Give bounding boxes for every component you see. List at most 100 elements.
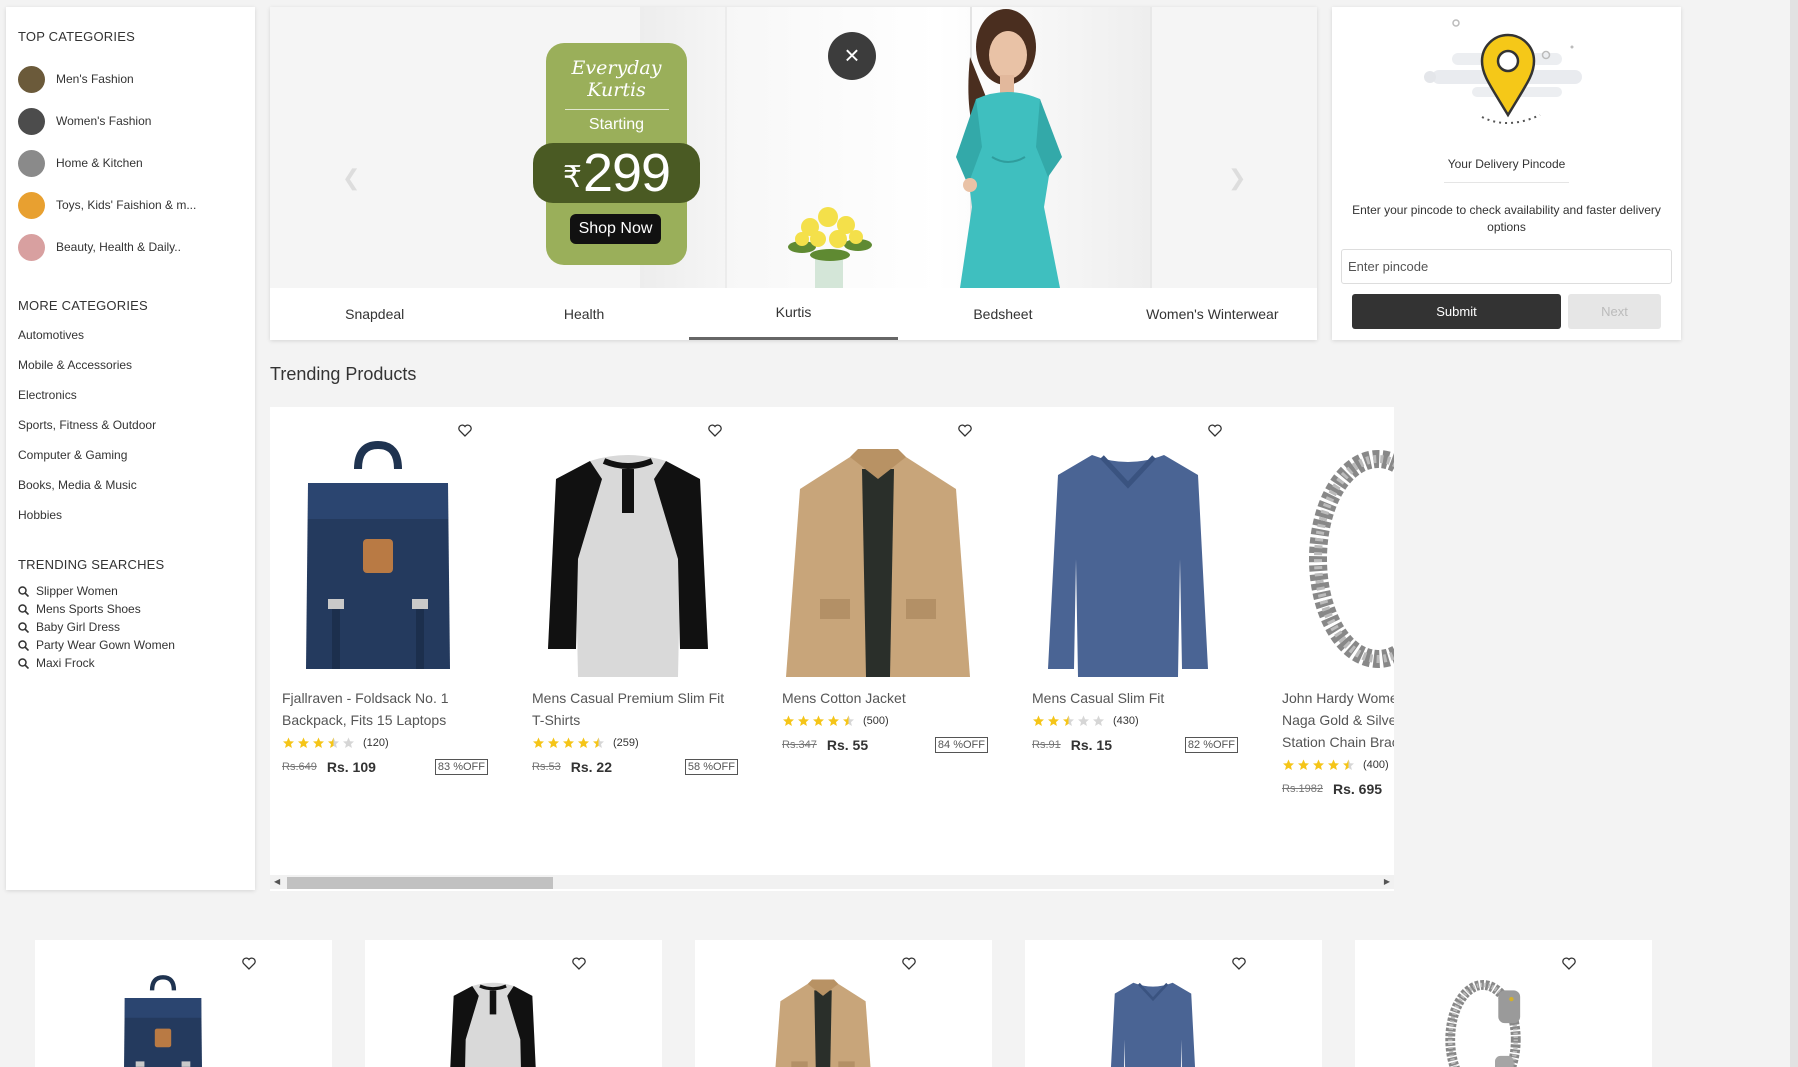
trending-searches-heading: TRENDING SEARCHES [18, 557, 165, 572]
trending-search-label: Mens Sports Shoes [36, 602, 141, 616]
product-card[interactable] [1025, 940, 1322, 1067]
product-image[interactable] [530, 439, 726, 677]
product-prices: Rs.91 Rs. 15 82 %OFF [1032, 737, 1238, 753]
star-icon [343, 737, 354, 748]
trending-search-item[interactable]: Party Wear Gown Women [18, 636, 255, 654]
wishlist-heart-icon[interactable] [1208, 424, 1222, 438]
banner-tab[interactable]: Women's Winterwear [1108, 288, 1317, 340]
top-category-item[interactable]: Beauty, Health & Daily.. [18, 226, 255, 268]
flower-vase-image [788, 207, 872, 288]
divider [725, 7, 727, 288]
top-category-item[interactable]: Men's Fashion [18, 58, 255, 100]
close-icon[interactable]: × [828, 32, 876, 80]
trending-search-item[interactable]: Baby Girl Dress [18, 618, 255, 636]
banner-tab[interactable]: Health [479, 288, 688, 340]
star-icon [1033, 715, 1044, 726]
horizontal-scrollbar[interactable]: ◀ ▶ [270, 875, 1394, 889]
category-thumbnail [18, 191, 45, 219]
star-icon [828, 715, 839, 726]
star-icon [1283, 759, 1294, 770]
wishlist-heart-icon[interactable] [958, 424, 972, 438]
product-image[interactable] [1053, 974, 1253, 1067]
more-category-item[interactable]: Electronics [18, 387, 255, 417]
search-icon [18, 603, 29, 615]
product-card[interactable]: Fjallraven - Foldsack No. 1 Backpack, Fi… [270, 407, 488, 847]
more-category-item[interactable]: Books, Media & Music [18, 477, 255, 507]
star-icon [783, 715, 794, 726]
prev-arrow-icon[interactable]: ❮ [342, 165, 360, 191]
review-count: (120) [363, 737, 389, 749]
product-image[interactable] [280, 439, 476, 677]
more-category-item[interactable]: Computer & Gaming [18, 447, 255, 477]
product-card[interactable]: John Hardy Women's Legend Naga Gold & Si… [1270, 407, 1394, 847]
product-image[interactable] [1030, 439, 1226, 677]
scrollbar-thumb[interactable] [287, 877, 553, 889]
product-image[interactable] [393, 974, 593, 1067]
trending-products-title: Trending Products [270, 364, 417, 384]
product-image[interactable] [63, 974, 263, 1067]
product-card[interactable]: Mens Casual Slim Fit (430) Rs.91 Rs. 15 82 %… [1020, 407, 1238, 847]
product-name[interactable]: Mens Casual Slim Fit [1032, 687, 1232, 709]
next-arrow-icon[interactable]: ❯ [1228, 165, 1246, 191]
star-icon [798, 715, 809, 726]
top-category-item[interactable]: Toys, Kids' Faishion & m... [18, 184, 255, 226]
banner-tabs: Snapdeal Health Kurtis Bedsheet Women's Wint… [270, 288, 1317, 340]
more-category-item[interactable]: Sports, Fitness & Outdoor [18, 417, 255, 447]
wishlist-heart-icon[interactable] [902, 957, 916, 971]
vertical-scrollbar[interactable] [1790, 0, 1798, 1067]
search-icon [18, 657, 29, 669]
wishlist-heart-icon[interactable] [708, 424, 722, 438]
product-prices: Rs.347 Rs. 55 84 %OFF [782, 737, 988, 753]
wishlist-heart-icon[interactable] [242, 957, 256, 971]
product-image[interactable] [723, 974, 923, 1067]
product-name[interactable]: John Hardy Women's Legend Naga Gold & Si… [1282, 687, 1394, 753]
trending-search-item[interactable]: Maxi Frock [18, 654, 255, 672]
more-category-item[interactable]: Automotives [18, 327, 255, 357]
submit-button[interactable]: Submit [1352, 294, 1561, 329]
product-name[interactable]: Mens Cotton Jacket [782, 687, 982, 709]
product-rating: (259) [532, 737, 639, 749]
wishlist-heart-icon[interactable] [1232, 957, 1246, 971]
star-icon [1298, 759, 1309, 770]
rating-stars [1032, 715, 1107, 727]
original-price: Rs.347 [782, 739, 817, 751]
product-image[interactable] [1280, 439, 1394, 677]
product-image[interactable] [780, 439, 976, 677]
product-card[interactable] [1355, 940, 1652, 1067]
discount-badge: 82 %OFF [1184, 737, 1238, 753]
trending-search-item[interactable]: Mens Sports Shoes [18, 600, 255, 618]
discount-badge: 83 %OFF [434, 759, 488, 775]
banner-tab[interactable]: Kurtis [688, 288, 899, 340]
shop-now-button[interactable]: Shop Now [570, 214, 661, 244]
scroll-right-icon[interactable]: ▶ [1384, 877, 1390, 886]
category-thumbnail [18, 149, 45, 177]
wishlist-heart-icon[interactable] [1562, 957, 1576, 971]
next-button[interactable]: Next [1568, 294, 1661, 329]
wishlist-heart-icon[interactable] [572, 957, 586, 971]
wishlist-heart-icon[interactable] [458, 424, 472, 438]
promo-price: ₹299 [533, 143, 700, 203]
product-name[interactable]: Fjallraven - Foldsack No. 1 Backpack, Fi… [282, 687, 482, 731]
star-icon [1063, 715, 1074, 726]
rating-stars [282, 737, 357, 749]
product-image[interactable] [1383, 974, 1583, 1067]
trending-search-item[interactable]: Slipper Women [18, 582, 255, 600]
pincode-title: Your Delivery Pincode [1447, 157, 1566, 171]
top-category-item[interactable]: Women's Fashion [18, 100, 255, 142]
star-icon [283, 737, 294, 748]
more-category-item[interactable]: Mobile & Accessories [18, 357, 255, 387]
category-label: Men's Fashion [56, 72, 134, 86]
product-card[interactable] [365, 940, 662, 1067]
pincode-input[interactable] [1341, 249, 1672, 284]
banner-image[interactable]: Everyday Kurtis Starting ₹299 Shop Now ❮… [270, 7, 1317, 288]
product-card[interactable] [695, 940, 992, 1067]
banner-tab[interactable]: Snapdeal [270, 288, 479, 340]
product-card[interactable] [35, 940, 332, 1067]
top-category-item[interactable]: Home & Kitchen [18, 142, 255, 184]
product-name[interactable]: Mens Casual Premium Slim Fit T-Shirts [532, 687, 732, 731]
product-card[interactable]: Mens Casual Premium Slim Fit T-Shirts (25… [520, 407, 738, 847]
scroll-left-icon[interactable]: ◀ [274, 877, 280, 886]
more-category-item[interactable]: Hobbies [18, 507, 255, 537]
banner-tab[interactable]: Bedsheet [898, 288, 1107, 340]
product-card[interactable]: Mens Cotton Jacket (500) Rs.347 Rs. 55 84 %O… [770, 407, 988, 847]
